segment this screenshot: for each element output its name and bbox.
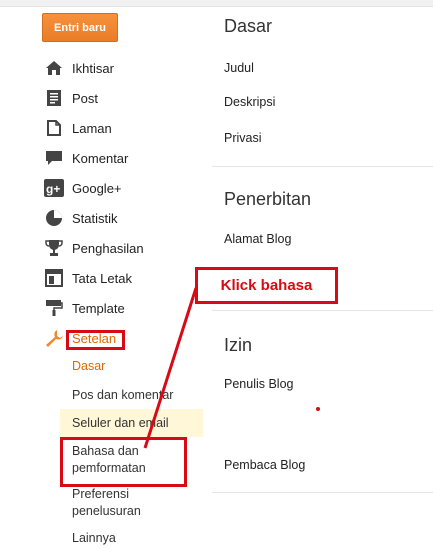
annotation-callout: Klick bahasa (195, 267, 338, 304)
annotation-dot (316, 407, 320, 411)
